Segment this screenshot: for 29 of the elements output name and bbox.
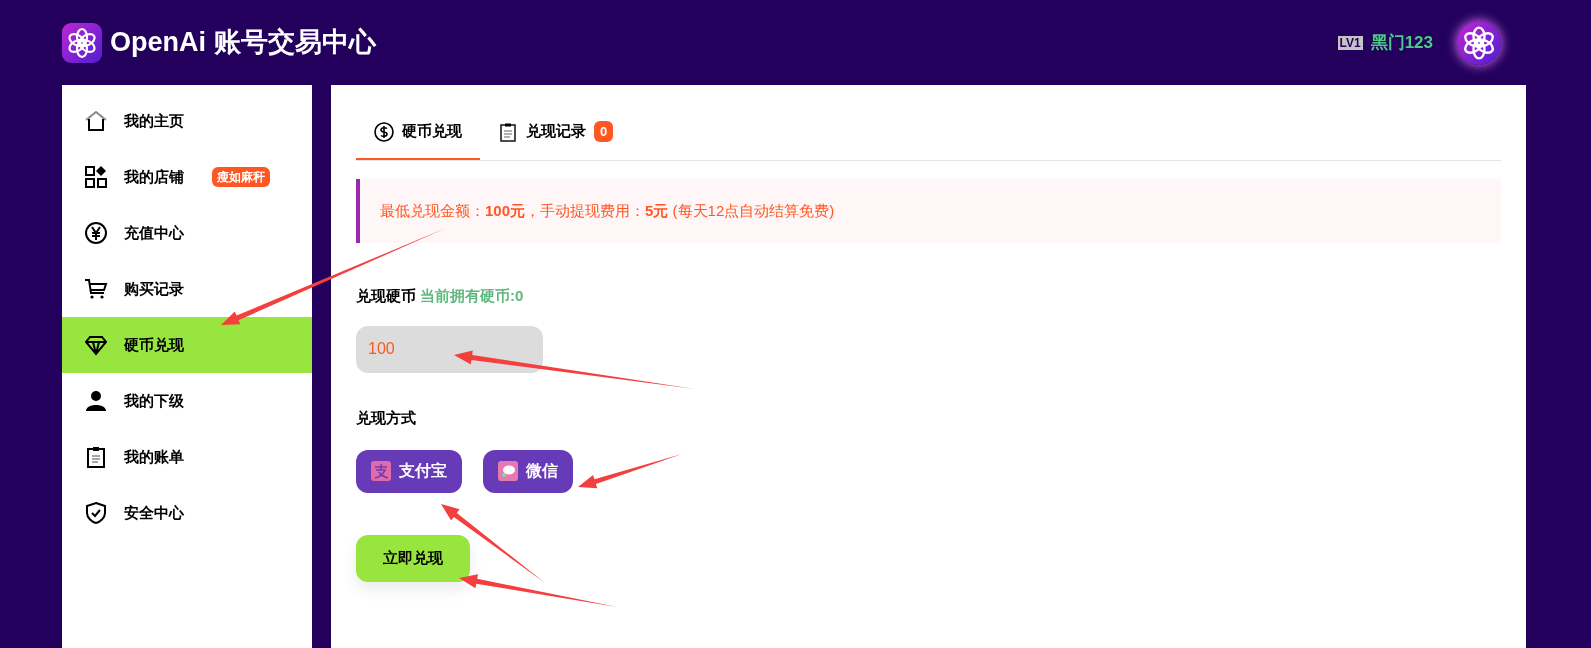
app-title: OpenAi 账号交易中心 <box>110 26 376 60</box>
clipboard-icon <box>84 445 108 469</box>
grid-icon <box>84 165 108 189</box>
field-label: 兑现硬币 <box>356 286 416 306</box>
sidebar-item[interactable]: 硬币兑现 <box>62 317 312 373</box>
alipay-icon <box>371 461 391 481</box>
avatar-logo-icon <box>1457 20 1501 65</box>
submit-button[interactable]: 立即兑现 <box>356 534 470 582</box>
count-badge: 0 <box>594 120 614 143</box>
house-icon <box>84 109 108 133</box>
dollar-icon <box>374 121 394 142</box>
clipboard-icon <box>498 121 518 142</box>
yen-icon <box>84 221 108 245</box>
shield-check-icon <box>84 501 108 525</box>
app-logo-icon <box>62 22 102 63</box>
shop-badge: 瘦如麻秆 <box>212 167 270 187</box>
payment-method-button[interactable]: 支付宝 <box>356 449 462 493</box>
tab[interactable]: 硬币兑现 <box>356 105 480 160</box>
cart-icon <box>84 277 108 301</box>
diamond-icon <box>84 333 108 357</box>
field-label: 兑现方式 <box>356 407 416 428</box>
tab[interactable]: 兑现记录 0 <box>480 105 632 160</box>
person-icon <box>84 389 108 413</box>
level-badge: LV1 <box>1337 35 1363 50</box>
notice-text: 最低兑现金额：100元，手动提现费用：5元 (每天12点自动结算免费) <box>380 200 835 221</box>
payment-method-button[interactable]: 微信 <box>483 449 573 493</box>
username: 黑门123 <box>1370 31 1433 54</box>
coin-balance: 当前拥有硬币:0 <box>420 286 524 306</box>
chat-bubble-icon <box>498 461 518 481</box>
